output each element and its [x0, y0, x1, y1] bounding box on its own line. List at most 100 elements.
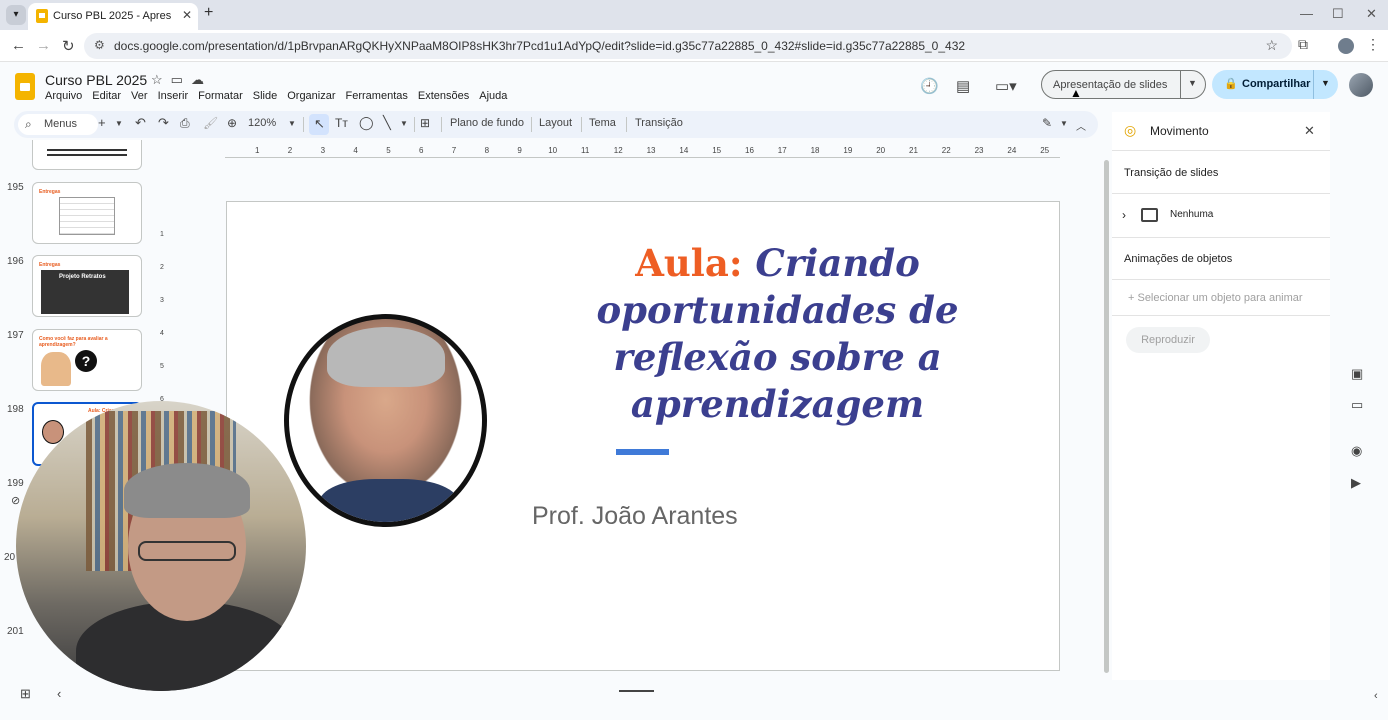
extensions-icon[interactable]: ⧉	[1298, 36, 1308, 53]
new-tab-icon[interactable]: +	[204, 4, 213, 22]
slide-thumbnail[interactable]: Entregas Projeto Retratos	[32, 255, 142, 317]
chevron-right-icon[interactable]: ›	[1122, 208, 1126, 222]
ruler-tick-label: 1	[160, 231, 164, 238]
print-icon[interactable]: ⎙	[180, 116, 190, 131]
keep-icon[interactable]: ▣	[1351, 366, 1363, 382]
canvas-scrollbar[interactable]	[1104, 160, 1109, 673]
divider	[626, 117, 627, 132]
cloud-saved-icon[interactable]: ☁	[191, 72, 212, 87]
divider	[1180, 71, 1181, 98]
menu-ferramentas[interactable]: Ferramentas	[346, 90, 408, 102]
ruler-tick-label: 9	[517, 146, 522, 155]
menu-organizar[interactable]: Organizar	[287, 90, 335, 102]
professor-name[interactable]: Prof. João Arantes	[532, 502, 738, 531]
meet-video-icon[interactable]: ▭▾	[995, 77, 1017, 95]
slide-title[interactable]: Aula: Criando oportunidades de reflexão …	[560, 240, 995, 428]
share-button[interactable]: 🔒 Compartilhar ▼	[1212, 70, 1338, 99]
ruler-tick-label: 22	[941, 146, 951, 155]
minimize-icon[interactable]: —	[1300, 6, 1313, 21]
close-tab-icon[interactable]: ✕	[182, 8, 192, 22]
new-slide-icon[interactable]: +	[98, 115, 106, 130]
browser-menu-icon[interactable]: ⋮	[1366, 36, 1380, 53]
chevron-down-icon[interactable]: ▼	[288, 119, 296, 128]
slide-thumbnail[interactable]: Entregas	[32, 182, 142, 244]
slide-number: 197	[7, 330, 24, 341]
chevron-down-icon[interactable]: ▼	[1321, 78, 1330, 88]
close-window-icon[interactable]: ✕	[1366, 6, 1377, 22]
comments-icon[interactable]: ▤	[956, 77, 970, 95]
collapse-filmstrip-icon[interactable]: ‹	[57, 686, 61, 701]
browser-profile-avatar[interactable]	[1338, 38, 1354, 54]
menu-extensoes[interactable]: Extensões	[418, 90, 469, 102]
url-text[interactable]: docs.google.com/presentation/d/1pBrvpanA…	[114, 39, 965, 53]
video-icon[interactable]: ▶	[1351, 475, 1361, 491]
webcam-person-hair	[124, 463, 250, 518]
speaker-notes-icon[interactable]: ⊘	[11, 494, 20, 507]
shape-icon[interactable]: ◯	[359, 115, 374, 131]
collapse-side-panel-icon[interactable]: ‹	[1374, 690, 1378, 702]
menu-formatar[interactable]: Formatar	[198, 90, 243, 102]
chevron-down-icon[interactable]: ▼	[400, 119, 408, 128]
record-icon[interactable]: ◉	[1351, 443, 1362, 459]
folder-icon[interactable]: ▭	[1351, 397, 1363, 413]
divider	[1112, 193, 1330, 194]
add-animation-button[interactable]: + Selecionar um objeto para animar	[1128, 292, 1303, 304]
collapse-toolbar-icon[interactable]: ︿	[1076, 118, 1086, 133]
tab-search-icon[interactable]: ▾	[6, 5, 26, 25]
panel-title: Movimento	[1150, 124, 1209, 138]
slides-logo-icon[interactable]	[15, 73, 35, 100]
forward-icon[interactable]: →	[36, 37, 51, 54]
grid-view-icon[interactable]: ⊞	[20, 686, 31, 702]
transition-button[interactable]: Transição	[635, 117, 683, 129]
chevron-down-icon[interactable]: ▼	[1060, 119, 1068, 128]
browser-tab[interactable]: Curso PBL 2025 - Apresentaçõ ✕	[28, 3, 198, 30]
slide-thumbnail[interactable]: Como você faz para avaliar a aprendizage…	[32, 329, 142, 391]
layout-button[interactable]: Layout	[539, 117, 572, 129]
search-icon: ⌕	[25, 117, 32, 131]
move-folder-icon[interactable]: ▭	[171, 72, 191, 87]
background-button[interactable]: Plano de fundo	[450, 117, 524, 129]
transition-preview-icon[interactable]	[1141, 208, 1158, 222]
transition-value[interactable]: Nenhuma	[1170, 209, 1213, 220]
ruler-tick-label: 5	[160, 363, 164, 370]
menu-inserir[interactable]: Inserir	[158, 90, 189, 102]
account-avatar[interactable]	[1349, 73, 1373, 97]
maximize-icon[interactable]: ☐	[1332, 6, 1344, 22]
zoom-icon[interactable]: ⊕	[227, 116, 237, 130]
select-tool-button[interactable]: ↖	[309, 114, 329, 135]
menu-slide[interactable]: Slide	[253, 90, 277, 102]
close-panel-icon[interactable]: ✕	[1304, 123, 1315, 139]
speaker-notes-handle[interactable]	[619, 690, 654, 692]
divider	[1112, 279, 1330, 280]
chevron-down-icon[interactable]: ▼	[1188, 78, 1197, 88]
menu-search-input[interactable]: ⌕ Menus	[18, 114, 98, 135]
play-button[interactable]: Reproduzir	[1126, 327, 1210, 353]
zoom-value[interactable]: 120%	[248, 117, 276, 129]
document-title[interactable]: Curso PBL 2025	[45, 72, 147, 88]
insert-comment-icon[interactable]: ⊞	[420, 116, 430, 130]
bookmark-star-icon[interactable]: ☆	[1265, 37, 1278, 54]
line-icon[interactable]: ╲	[383, 115, 391, 131]
paint-format-icon[interactable]: 🖌	[203, 116, 218, 130]
redo-icon[interactable]: ↷	[158, 115, 169, 131]
undo-icon[interactable]: ↶	[135, 115, 146, 131]
version-history-icon[interactable]: 🕘	[920, 77, 939, 95]
back-icon[interactable]: ←	[11, 37, 26, 54]
slide-thumbnail[interactable]	[32, 140, 142, 170]
menu-ajuda[interactable]: Ajuda	[479, 90, 507, 102]
pen-tool-icon[interactable]: ✎	[1042, 116, 1052, 130]
slideshow-button[interactable]: Apresentação de slides ▼	[1041, 70, 1206, 99]
omnibox[interactable]: ⚙ docs.google.com/presentation/d/1pBrvpa…	[84, 33, 1292, 59]
title-accent-line[interactable]	[616, 449, 669, 455]
chevron-down-icon[interactable]: ▼	[115, 119, 123, 128]
menu-editar[interactable]: Editar	[92, 90, 121, 102]
ruler-tick-label: 1	[255, 146, 260, 155]
menu-ver[interactable]: Ver	[131, 90, 148, 102]
reload-icon[interactable]: ↻	[62, 37, 75, 55]
star-icon[interactable]: ☆	[151, 72, 171, 87]
site-info-icon[interactable]: ⚙	[94, 38, 105, 52]
theme-button[interactable]: Tema	[589, 117, 616, 129]
menu-arquivo[interactable]: Arquivo	[45, 90, 82, 102]
professor-portrait-image[interactable]	[284, 314, 487, 527]
text-box-icon[interactable]: Tт	[335, 116, 348, 130]
